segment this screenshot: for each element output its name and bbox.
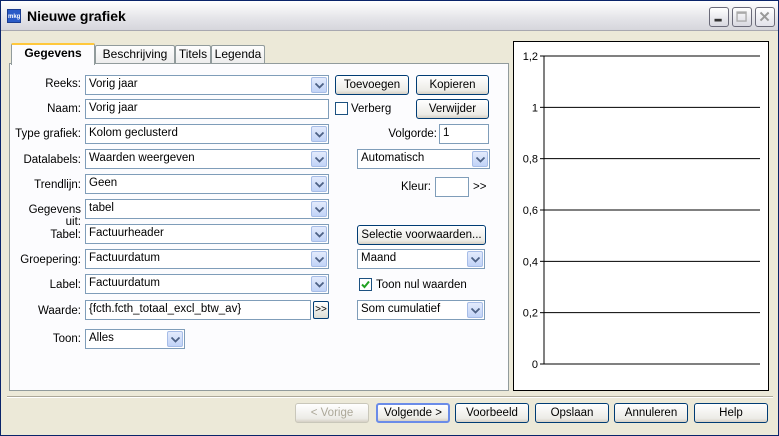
tab-gegevens[interactable]: Gegevens (11, 43, 95, 65)
groepering-interval-value: Maand (361, 252, 397, 264)
chevron-down-icon[interactable] (472, 151, 488, 167)
label-label: Label: (49, 279, 81, 291)
chevron-down-icon[interactable] (311, 151, 327, 167)
maximize-icon (736, 11, 747, 22)
tabel-select[interactable]: Factuurheader (85, 224, 329, 244)
toon-nul-waarden-label: Toon nul waarden (376, 279, 467, 291)
kopieren-button[interactable]: Kopieren (416, 75, 489, 95)
y-tick-label: 1,2 (523, 51, 538, 63)
minimize-button[interactable] (709, 7, 729, 27)
type-grafiek-value: Kolom geclusterd (89, 127, 178, 139)
gegevens-uit-select[interactable]: tabel (85, 199, 329, 219)
chevron-down-icon[interactable] (311, 226, 327, 242)
datalabel-position-select[interactable]: Automatisch (357, 149, 490, 169)
datalabels-value: Waarden weergeven (89, 152, 195, 164)
datalabel-position-value: Automatisch (361, 152, 425, 164)
chevron-down-icon[interactable] (467, 251, 483, 267)
y-tick-label: 0,2 (523, 308, 538, 320)
voorbeeld-button[interactable]: Voorbeeld (455, 403, 529, 423)
datalabels-select[interactable]: Waarden weergeven (85, 149, 329, 169)
tab-titels[interactable]: Titels (175, 45, 211, 64)
gegevens-uit-label: Gegevens uit: (28, 204, 81, 228)
trendlijn-value: Geen (89, 177, 118, 189)
volgorde-label: Volgorde: (388, 128, 437, 140)
toon-value: Alles (89, 332, 114, 344)
chart-dialog-window: mkg Nieuwe grafiek Gegevens Beschrijving… (0, 0, 779, 436)
naam-value: Vorig jaar (89, 102, 138, 114)
chart-preview: 0 0,2 0,4 0,6 0,8 1 1,2 (513, 41, 769, 391)
tab-legenda[interactable]: Legenda (211, 45, 265, 64)
close-button[interactable] (755, 7, 775, 27)
chevron-down-icon[interactable] (467, 302, 483, 318)
y-tick-label: 0 (532, 359, 538, 371)
aggregatie-value: Som cumulatief (361, 303, 441, 315)
tabel-value: Factuurheader (89, 227, 164, 239)
minimize-icon (714, 18, 722, 22)
toon-select[interactable]: Alles (85, 329, 185, 349)
tab-beschrijving[interactable]: Beschrijving (95, 45, 175, 64)
reeks-value: Vorig jaar (89, 78, 138, 90)
waarde-expression-button[interactable]: >> (313, 301, 329, 319)
chart-canvas: 0 0,2 0,4 0,6 0,8 1 1,2 (523, 51, 760, 371)
y-tick-label: 1 (532, 102, 538, 114)
datalabels-label: Datalabels: (23, 154, 81, 166)
opslaan-button[interactable]: Opslaan (535, 403, 609, 423)
help-button[interactable]: Help (694, 403, 768, 423)
kleur-more-button[interactable]: >> (473, 181, 486, 193)
label-value: Factuurdatum (89, 277, 160, 289)
chevron-down-icon[interactable] (167, 331, 183, 347)
volgorde-input[interactable]: 1 (439, 124, 489, 144)
y-tick-label: 0,4 (523, 256, 538, 268)
waarde-label: Waarde: (37, 305, 81, 317)
naam-label: Naam: (47, 103, 81, 115)
type-grafiek-label: Type grafiek: (15, 128, 81, 140)
groepering-interval-select[interactable]: Maand (357, 249, 485, 269)
reeks-label: Reeks: (45, 78, 81, 90)
kleur-label: Kleur: (400, 181, 431, 193)
annuleren-button[interactable]: Annuleren (614, 403, 688, 423)
trendlijn-select[interactable]: Geen (85, 174, 329, 194)
title-bar[interactable]: mkg Nieuwe grafiek (1, 1, 778, 31)
tabel-label: Tabel: (50, 229, 81, 241)
maximize-button[interactable] (732, 7, 752, 27)
toon-nul-waarden-checkbox[interactable] (359, 278, 372, 291)
chevron-down-icon[interactable] (311, 201, 327, 217)
chevron-down-icon[interactable] (311, 126, 327, 142)
y-tick-label: 0,6 (523, 205, 538, 217)
app-icon: mkg (7, 9, 21, 23)
type-grafiek-select[interactable]: Kolom geclusterd (85, 124, 329, 144)
toevoegen-button[interactable]: Toevoegen (335, 75, 409, 95)
groepering-label: Groepering: (20, 254, 81, 266)
bottom-separator (7, 396, 773, 398)
volgende-button[interactable]: Volgende > (376, 403, 450, 423)
waarde-value: {fcth.fcth_totaal_excl_btw_av} (89, 303, 242, 315)
label-select[interactable]: Factuurdatum (85, 274, 329, 294)
verwijder-button[interactable]: Verwijder (416, 99, 489, 119)
gegevens-uit-value: tabel (89, 202, 114, 214)
checkmark-icon (361, 280, 370, 289)
verberg-checkbox[interactable] (335, 102, 348, 115)
trendlijn-label: Trendlijn: (34, 179, 81, 191)
verberg-label: Verberg (351, 103, 392, 115)
groepering-select[interactable]: Factuurdatum (85, 249, 329, 269)
naam-input[interactable]: Vorig jaar (85, 99, 329, 119)
waarde-input[interactable]: {fcth.fcth_totaal_excl_btw_av} (85, 300, 311, 320)
aggregatie-select[interactable]: Som cumulatief (357, 300, 485, 320)
toon-label: Toon: (52, 333, 81, 345)
chevron-down-icon[interactable] (311, 176, 327, 192)
window-title: Nieuwe grafiek (27, 8, 126, 24)
y-tick-label: 0,8 (523, 154, 538, 166)
volgorde-value: 1 (443, 127, 450, 139)
kleur-swatch[interactable] (435, 177, 469, 197)
chevron-down-icon[interactable] (311, 77, 327, 93)
vorige-button[interactable]: < Vorige (295, 403, 369, 423)
selectie-voorwaarden-button[interactable]: Selectie voorwaarden... (357, 225, 486, 245)
chevron-down-icon[interactable] (311, 276, 327, 292)
close-icon (759, 11, 770, 22)
groepering-value: Factuurdatum (89, 252, 160, 264)
reeks-select[interactable]: Vorig jaar (85, 75, 329, 95)
chevron-down-icon[interactable] (311, 251, 327, 267)
